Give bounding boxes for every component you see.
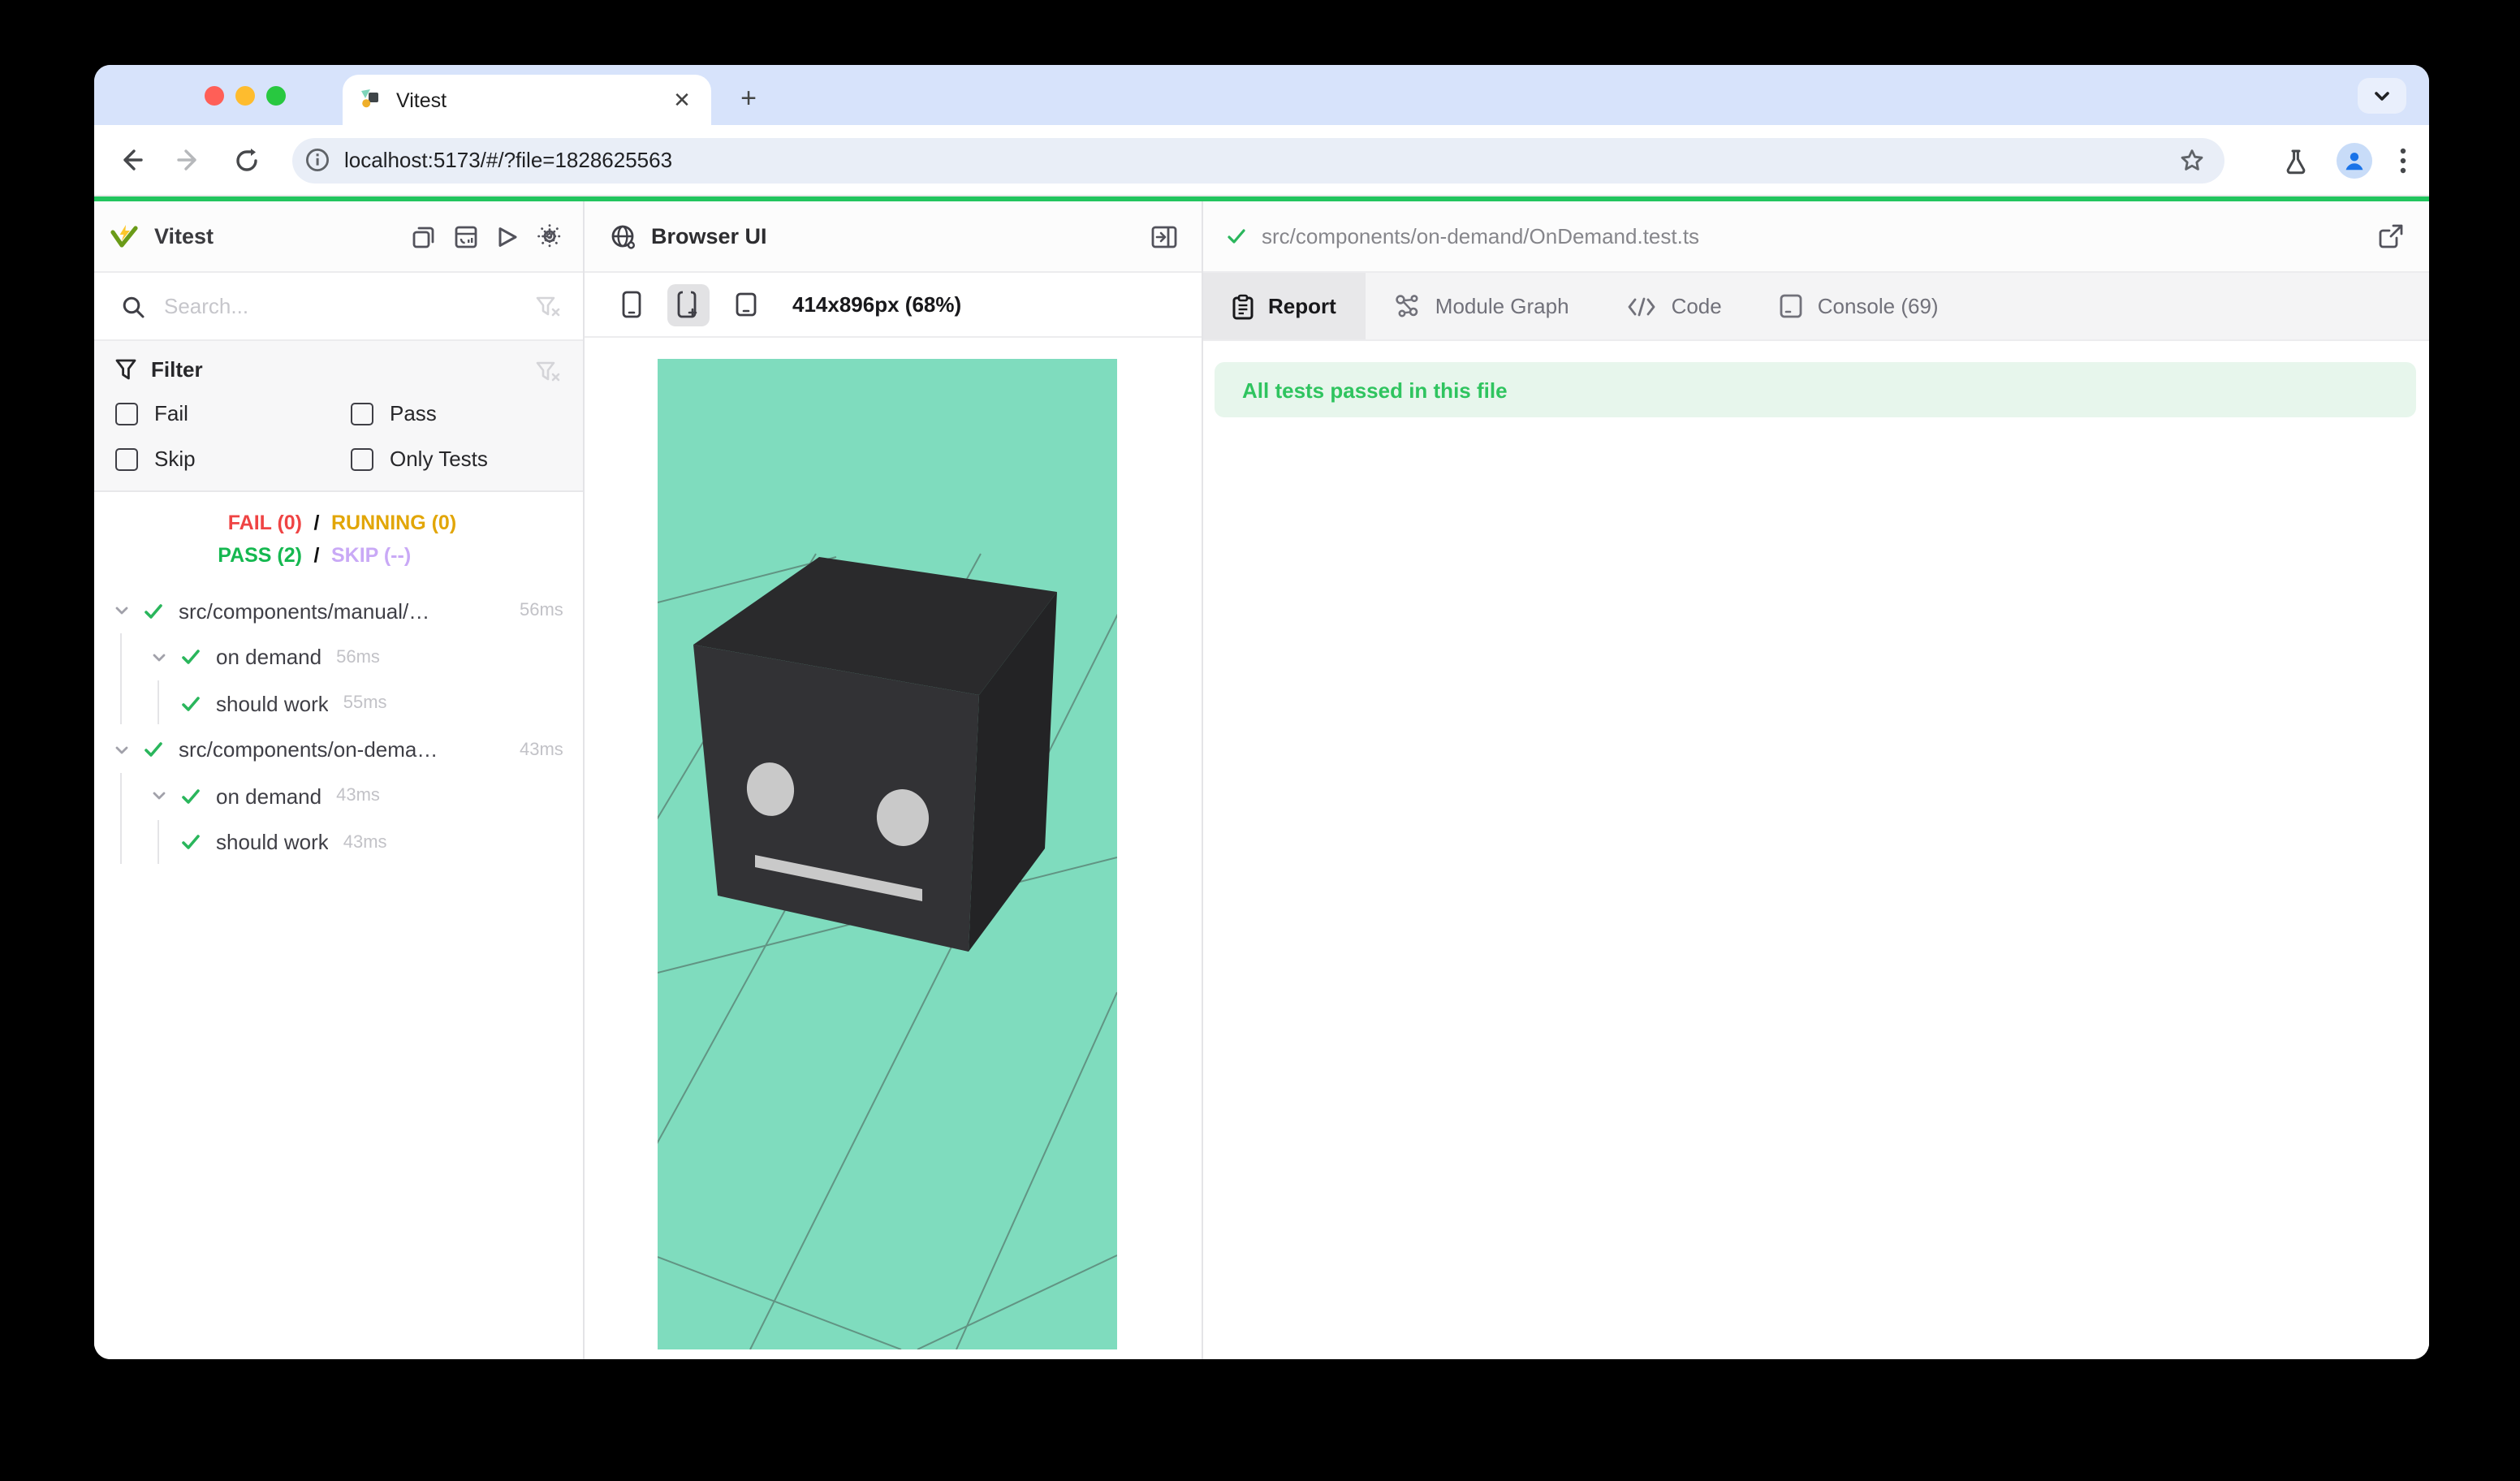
pass-check-icon (143, 740, 164, 761)
search-row (94, 273, 583, 341)
url-text[interactable]: localhost:5173/#/?file=1828625563 (344, 148, 672, 172)
report-clipboard-icon (1232, 293, 1254, 319)
filter-checkbox-only-tests[interactable]: Only Tests (351, 447, 562, 471)
vitest-favicon-icon (359, 88, 383, 112)
new-tab-button[interactable]: + (731, 81, 766, 117)
pass-check-icon (180, 786, 201, 807)
tree-file-row[interactable]: src/components/manual/… 56ms (94, 588, 583, 634)
chevron-down-icon[interactable] (151, 788, 167, 805)
external-link-icon[interactable] (2379, 224, 2403, 248)
close-window-button[interactable] (205, 85, 224, 105)
window-controls[interactable] (205, 85, 286, 105)
checkbox-icon[interactable] (351, 402, 373, 425)
device-phone-icon[interactable] (611, 283, 653, 326)
reload-icon[interactable] (227, 140, 266, 179)
fail-count: FAIL (0) (94, 507, 302, 539)
tab-report[interactable]: Report (1203, 273, 1366, 339)
tab-module-graph[interactable]: Module Graph (1366, 273, 1599, 339)
detail-tabs: Report Module Graph Code (1203, 273, 2429, 341)
chevron-down-icon[interactable] (114, 603, 130, 620)
chevron-down-icon[interactable] (114, 742, 130, 758)
profile-avatar[interactable] (2337, 143, 2372, 179)
pass-check-icon (180, 832, 201, 853)
filter-checkbox-pass[interactable]: Pass (351, 401, 562, 425)
run-all-icon[interactable] (497, 224, 518, 248)
checkbox-icon[interactable] (115, 447, 138, 470)
checkbox-icon[interactable] (115, 402, 138, 425)
test-summary: FAIL (0) / RUNNING (0) PASS (2) / SKIP (… (94, 492, 583, 585)
current-file-path: src/components/on-demand/OnDemand.test.t… (1262, 224, 1699, 248)
zoom-window-button[interactable] (266, 85, 286, 105)
bookmark-star-icon[interactable] (2179, 147, 2205, 173)
sidebar: Vitest (94, 201, 585, 1359)
threejs-scene (657, 358, 1116, 1349)
device-toolbar: 414x896px (68%) (585, 273, 1202, 338)
tree-test-row[interactable]: should work 43ms (94, 819, 583, 866)
cube-front-face (693, 644, 978, 951)
pass-count: PASS (2) (94, 539, 302, 572)
detail-header: src/components/on-demand/OnDemand.test.t… (1203, 201, 2429, 273)
forward-icon[interactable] (169, 140, 208, 179)
browser-menu-icon[interactable] (2400, 148, 2406, 174)
filter-checkbox-fail[interactable]: Fail (115, 401, 351, 425)
vitest-progress-bar (94, 196, 2429, 201)
chevron-down-icon[interactable] (151, 650, 167, 666)
pass-check-icon (180, 647, 201, 668)
filter-title: Filter (151, 357, 203, 382)
dashboard-icon[interactable] (455, 224, 477, 248)
code-icon (1628, 296, 1657, 316)
preview-title: Browser UI (651, 224, 767, 248)
tests-passed-banner: All tests passed in this file (1215, 362, 2416, 417)
module-graph-icon (1395, 294, 1421, 318)
console-icon (1780, 294, 1803, 318)
minimize-window-button[interactable] (235, 85, 255, 105)
tree-test-row[interactable]: should work 55ms (94, 680, 583, 727)
browser-preview-panel: Browser UI 414x896px (68%) (585, 201, 1203, 1359)
globe-icon (611, 223, 636, 249)
test-viewport[interactable] (657, 358, 1116, 1349)
check-icon (1226, 226, 1247, 247)
clear-search-filter-icon[interactable] (536, 295, 560, 317)
skip-count: SKIP (--) (331, 539, 411, 572)
search-icon (122, 295, 145, 317)
checkbox-icon[interactable] (351, 447, 373, 470)
site-info-icon[interactable] (305, 148, 330, 172)
tree-suite-row[interactable]: on demand 43ms (94, 773, 583, 819)
tree-suite-row[interactable]: on demand 56ms (94, 634, 583, 680)
browser-window: Vitest ✕ + localhost:5173/# (94, 65, 2429, 1359)
browser-tab[interactable]: Vitest ✕ (343, 75, 711, 125)
test-tree: src/components/manual/… 56ms on demand 5… (94, 585, 583, 866)
tab-code[interactable]: Code (1599, 273, 1751, 339)
browser-toolbar: localhost:5173/#/?file=1828625563 (94, 125, 2429, 196)
filter-panel: Filter Fail Pass Skip Only Tests (94, 341, 583, 492)
experiments-flask-icon[interactable] (2283, 147, 2309, 175)
url-bar[interactable]: localhost:5173/#/?file=1828625563 (292, 137, 2224, 183)
search-input[interactable] (161, 292, 492, 320)
windows-icon[interactable] (412, 224, 435, 248)
tab-title: Vitest (396, 89, 669, 111)
tab-close-icon[interactable]: ✕ (669, 87, 695, 113)
funnel-icon (115, 359, 136, 380)
vitest-logo-icon (110, 222, 138, 250)
filter-checkbox-skip[interactable]: Skip (115, 447, 351, 471)
pass-check-icon (143, 601, 164, 622)
device-tablet-icon[interactable] (724, 283, 766, 326)
tab-search-chevron-icon[interactable] (2358, 78, 2406, 114)
preview-header: Browser UI (585, 201, 1202, 273)
pass-check-icon (180, 693, 201, 715)
tab-console[interactable]: Console (69) (1751, 273, 1968, 339)
running-count: RUNNING (0) (331, 507, 456, 539)
sidebar-title: Vitest (154, 224, 214, 248)
theme-sun-icon[interactable] (537, 224, 562, 248)
tree-file-row-selected[interactable]: src/components/on-dema… 43ms (94, 727, 583, 773)
clear-filters-icon[interactable] (536, 361, 560, 383)
viewport-resolution[interactable]: 414x896px (68%) (792, 292, 961, 317)
sidebar-header: Vitest (94, 201, 583, 273)
vitest-ui: Vitest (94, 201, 2429, 1359)
detail-panel: src/components/on-demand/OnDemand.test.t… (1203, 201, 2429, 1359)
dock-right-icon[interactable] (1151, 225, 1177, 248)
back-icon[interactable] (110, 140, 149, 179)
tab-strip: Vitest ✕ + (94, 65, 2429, 125)
device-phone-plus-icon[interactable] (667, 283, 710, 326)
